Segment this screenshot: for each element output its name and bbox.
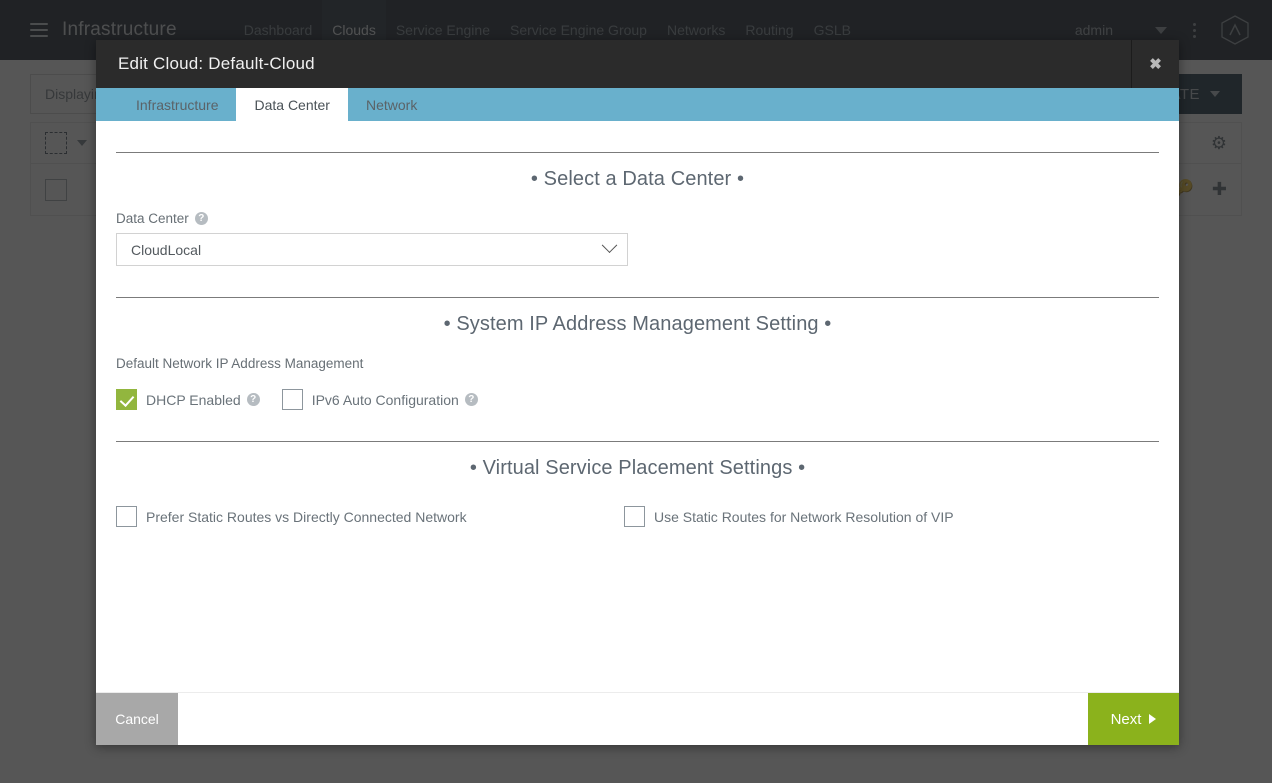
help-icon[interactable]: ? [194, 212, 208, 225]
ip-management-checkbox-group: DHCP Enabled ? IPv6 Auto Configuration ? [116, 380, 1159, 410]
chevron-down-icon [601, 237, 618, 254]
modal-footer: Cancel Next [96, 692, 1179, 745]
dhcp-enabled-checkbox-row[interactable]: DHCP Enabled ? [116, 389, 260, 410]
data-center-select[interactable]: CloudLocal [116, 233, 628, 266]
prefer-static-routes-row[interactable]: Prefer Static Routes vs Directly Connect… [116, 506, 624, 527]
dhcp-enabled-label: DHCP Enabled [146, 391, 241, 408]
cancel-button[interactable]: Cancel [96, 693, 178, 745]
tab-infrastructure[interactable]: Infrastructure [118, 88, 236, 121]
section-divider [116, 152, 1159, 153]
data-center-selected-value: CloudLocal [131, 241, 202, 258]
prefer-static-routes-label: Prefer Static Routes vs Directly Connect… [146, 508, 467, 525]
prefer-static-routes-checkbox[interactable] [116, 506, 137, 527]
data-center-field-label: Data Center ? [116, 211, 1159, 226]
modal-title: Edit Cloud: Default-Cloud [118, 54, 315, 73]
modal-header: Edit Cloud: Default-Cloud ✖ [96, 40, 1179, 88]
section-divider [116, 297, 1159, 298]
dhcp-enabled-label-wrap: DHCP Enabled ? [146, 392, 260, 408]
placement-checkbox-row: Prefer Static Routes vs Directly Connect… [116, 506, 1159, 527]
help-icon[interactable]: ? [246, 393, 260, 406]
use-static-routes-checkbox[interactable] [624, 506, 645, 527]
footer-spacer [178, 693, 1088, 745]
modal-tabbar: Infrastructure Data Center Network [96, 88, 1179, 121]
prefer-static-routes-label-wrap: Prefer Static Routes vs Directly Connect… [146, 509, 467, 525]
edit-cloud-modal: Edit Cloud: Default-Cloud ✖ Infrastructu… [96, 40, 1179, 745]
section-title-ip-management: • System IP Address Management Setting • [443, 313, 832, 335]
ipv6-auto-config-checkbox-row[interactable]: IPv6 Auto Configuration ? [281, 389, 478, 410]
next-button[interactable]: Next [1088, 693, 1179, 745]
tab-network[interactable]: Network [348, 88, 435, 121]
next-button-label: Next [1110, 710, 1142, 728]
section-title-placement: • Virtual Service Placement Settings • [469, 457, 806, 479]
section-divider [116, 441, 1159, 442]
tab-data-center[interactable]: Data Center [236, 88, 348, 121]
use-static-routes-label-wrap: Use Static Routes for Network Resolution… [654, 509, 954, 525]
ipv6-auto-config-checkbox[interactable] [281, 389, 303, 410]
help-icon[interactable]: ? [464, 393, 478, 406]
modal-body: • Select a Data Center • Data Center ? C… [96, 121, 1179, 692]
ipv6-auto-config-label-wrap: IPv6 Auto Configuration ? [312, 392, 478, 408]
arrow-right-icon [1149, 714, 1157, 724]
section-title-data-center: • Select a Data Center • [530, 168, 745, 190]
close-icon[interactable]: ✖ [1131, 40, 1179, 88]
use-static-routes-row[interactable]: Use Static Routes for Network Resolution… [624, 506, 1132, 527]
data-center-label-text: Data Center [116, 211, 189, 226]
default-network-ip-label: Default Network IP Address Management [116, 356, 364, 371]
ipv6-auto-config-label: IPv6 Auto Configuration [311, 391, 459, 408]
use-static-routes-label: Use Static Routes for Network Resolution… [654, 508, 954, 525]
dhcp-enabled-checkbox[interactable] [116, 389, 137, 410]
